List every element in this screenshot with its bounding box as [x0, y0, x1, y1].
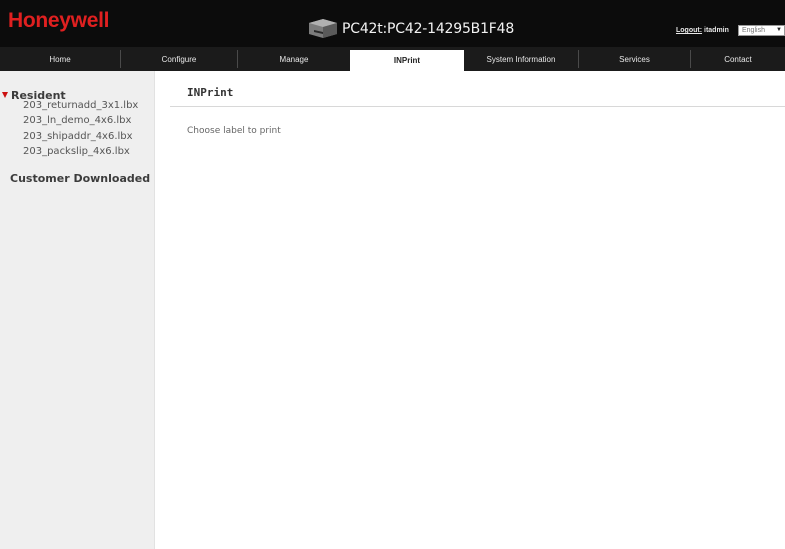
username: itadmin: [704, 27, 729, 34]
nav-tab-inprint[interactable]: INPrint: [350, 50, 464, 71]
logout-link[interactable]: Logout:: [676, 27, 702, 34]
header-bar: Honeywell PC42t:PC42-14295B1F48 Logout: …: [0, 0, 785, 47]
tree-file-item[interactable]: 203_returnadd_3x1.lbx: [23, 100, 138, 111]
instruction-text: Choose label to print: [187, 126, 281, 136]
tree-file-item[interactable]: 203_shipaddr_4x6.lbx: [23, 131, 133, 142]
nav-tab-contact[interactable]: Contact: [690, 50, 785, 68]
honeywell-logo[interactable]: Honeywell: [8, 9, 109, 33]
nav-tab-services[interactable]: Services: [578, 50, 690, 68]
page-title: INPrint: [187, 86, 234, 99]
nav-tab-manage[interactable]: Manage: [237, 50, 350, 68]
language-selected-value: English: [742, 27, 765, 34]
tree-file-item[interactable]: 203_packslip_4x6.lbx: [23, 146, 130, 157]
sidebar: [0, 71, 155, 549]
language-select[interactable]: English ▼: [738, 25, 785, 36]
logout-area: Logout: itadmin: [676, 27, 729, 34]
tree-folder-customer-downloaded[interactable]: Customer Downloaded: [10, 172, 150, 185]
main-nav: Home Configure Manage INPrint System Inf…: [0, 47, 785, 71]
title-divider: [170, 106, 785, 107]
device-title: PC42t:PC42-14295B1F48: [342, 21, 515, 37]
chevron-down-icon: ▼: [776, 27, 782, 33]
printer-icon: [309, 19, 337, 38]
nav-tab-system-information[interactable]: System Information: [464, 50, 578, 68]
nav-tab-configure[interactable]: Configure: [120, 50, 237, 68]
app-root: Honeywell PC42t:PC42-14295B1F48 Logout: …: [0, 0, 785, 549]
nav-tab-home[interactable]: Home: [0, 50, 120, 68]
expand-triangle-icon: [2, 91, 8, 98]
tree-file-item[interactable]: 203_ln_demo_4x6.lbx: [23, 115, 131, 126]
